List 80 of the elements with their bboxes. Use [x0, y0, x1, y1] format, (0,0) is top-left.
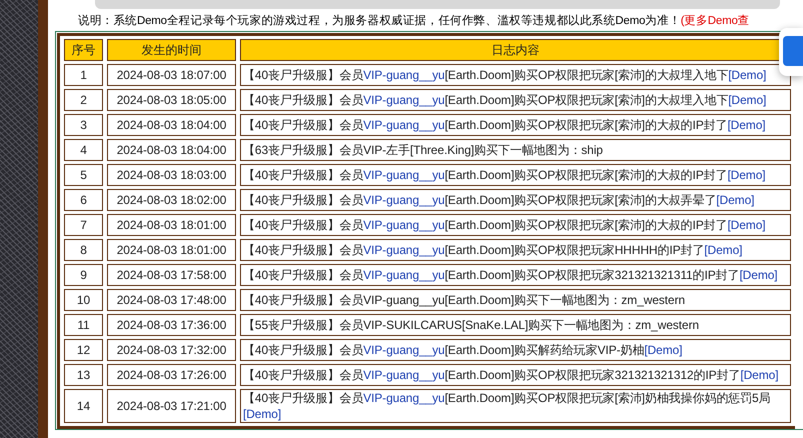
log-link[interactable]: VIP-guang__yu — [363, 193, 445, 207]
index-cell: 10 — [64, 289, 103, 311]
index-cell: 8 — [64, 239, 103, 261]
log-text: [Earth.Doom]购买OP权限把玩家[索沛]的大叔的IP封了 — [444, 118, 728, 132]
log-link[interactable]: VIP-guang__yu — [363, 93, 445, 107]
time-cell: 2024-08-03 17:21:00 — [107, 389, 236, 423]
index-cell: 11 — [64, 314, 103, 336]
index-cell: 13 — [64, 364, 103, 386]
log-text: 【63丧尸升级服】会员VIP-左手[Three.King]购买下一幅地图为：ship — [243, 143, 603, 157]
index-cell: 1 — [64, 64, 103, 86]
log-link[interactable]: [Demo] — [727, 218, 766, 232]
log-text: [Earth.Doom]购买OP权限把玩家[索沛]的大叔埋入地下 — [444, 93, 728, 107]
log-link[interactable]: VIP-guang__yu — [363, 68, 445, 82]
log-text: [Earth.Doom]购买OP权限把玩家[索沛]的大叔弄晕了 — [444, 193, 716, 207]
log-link[interactable]: [Demo] — [716, 193, 754, 207]
index-cell: 3 — [64, 114, 103, 136]
note-text: 说明：系统Demo全程记录每个玩家的游戏过程，为服务器权威证据，任何作弊、滥权等违规都以此系统Demo为准！ — [78, 15, 681, 27]
log-text: [Earth.Doom]购买OP权限把玩家321321321312的IP封了 — [444, 368, 740, 382]
log-text: [Earth.Doom]购买OP权限把玩家321321321311的IP封了 — [444, 268, 740, 282]
time-cell: 2024-08-03 18:07:00 — [107, 64, 236, 86]
log-link[interactable]: [Demo] — [243, 407, 282, 421]
log-text: 【40丧尸升级服】会员 — [243, 343, 364, 357]
time-cell: 2024-08-03 18:01:00 — [107, 239, 236, 261]
log-text: 【40丧尸升级服】会员 — [243, 218, 364, 232]
log-link[interactable]: VIP-guang__yu — [363, 391, 445, 405]
log-link[interactable]: [Demo] — [739, 268, 778, 282]
log-link[interactable]: [Demo] — [704, 243, 742, 257]
log-text: 【40丧尸升级服】会员 — [243, 243, 364, 257]
index-cell: 7 — [64, 214, 103, 236]
log-link[interactable]: VIP-guang__yu — [363, 243, 445, 257]
index-cell: 6 — [64, 189, 103, 211]
time-cell: 2024-08-03 18:04:00 — [107, 114, 236, 136]
time-cell: 2024-08-03 17:58:00 — [107, 264, 236, 286]
time-cell: 2024-08-03 17:48:00 — [107, 289, 236, 311]
log-link[interactable]: [Demo] — [727, 168, 766, 182]
time-cell: 2024-08-03 17:36:00 — [107, 314, 236, 336]
log-link[interactable]: [Demo] — [740, 368, 778, 382]
log-text: [Earth.Doom]购买解药给玩家VIP-奶柚 — [444, 343, 644, 357]
index-cell: 4 — [64, 139, 103, 161]
log-text: 【40丧尸升级服】会员 — [243, 93, 364, 107]
time-cell: 2024-08-03 17:32:00 — [107, 339, 236, 361]
log-text: [Earth.Doom]购买OP权限把玩家[索沛]的大叔的IP封了 — [444, 218, 728, 232]
time-cell: 2024-08-03 18:02:00 — [107, 189, 236, 211]
log-text: 【40丧尸升级服】会员 — [243, 268, 364, 282]
time-cell: 2024-08-03 17:26:00 — [107, 364, 236, 386]
log-link[interactable]: VIP-guang__yu — [363, 118, 445, 132]
log-link[interactable]: VIP-guang__yu — [363, 343, 445, 357]
log-text: 【40丧尸升级服】会员 — [243, 68, 364, 82]
log-text: 【40丧尸升级服】会员 — [243, 391, 364, 405]
log-link[interactable]: [Demo] — [644, 343, 682, 357]
log-text: 【40丧尸升级服】会员 — [243, 368, 364, 382]
index-cell: 14 — [64, 389, 103, 423]
log-text: 【40丧尸升级服】会员 — [243, 118, 364, 132]
time-cell: 2024-08-03 18:01:00 — [107, 214, 236, 236]
time-cell: 2024-08-03 18:04:00 — [107, 139, 236, 161]
log-text: [Earth.Doom]购买OP权限把玩家[索沛]的大叔的IP封了 — [444, 168, 728, 182]
log-text: 【40丧尸升级服】会员 — [243, 193, 364, 207]
log-text: 【55丧尸升级服】会员VIP-SUKILCARUS[SnaKe.LAL]购买下一幅地图为：zm_western — [243, 318, 699, 332]
log-text: 【40丧尸升级服】会员VIP-guang__yu[Earth.Doom]购买下一幅地图为：zm_western — [243, 293, 685, 307]
log-link[interactable]: [Demo] — [728, 68, 766, 82]
log-link[interactable]: VIP-guang__yu — [363, 168, 445, 182]
log-link[interactable]: [Demo] — [727, 118, 766, 132]
popup-action-button[interactable] — [783, 36, 803, 66]
time-cell: 2024-08-03 18:03:00 — [107, 164, 236, 186]
index-cell: 12 — [64, 339, 103, 361]
log-text: [Earth.Doom]购买OP权限把玩家HHHHH的IP封了 — [444, 243, 704, 257]
log-text: [Earth.Doom]购买OP权限把玩家[索沛]奶柚我操你妈的惩罚5局 — [444, 391, 770, 405]
index-cell: 9 — [64, 264, 103, 286]
log-link[interactable]: VIP-guang__yu — [363, 218, 445, 232]
column-header: 序号 — [64, 39, 103, 61]
column-header: 发生的时间 — [107, 39, 236, 61]
log-link[interactable]: VIP-guang__yu — [363, 368, 445, 382]
more-demo-link[interactable]: (更多Demo查 — [680, 15, 750, 27]
index-cell: 5 — [64, 164, 103, 186]
log-link[interactable]: VIP-guang__yu — [363, 268, 445, 282]
index-cell: 2 — [64, 89, 103, 111]
log-text: 【40丧尸升级服】会员 — [243, 168, 364, 182]
log-text: [Earth.Doom]购买OP权限把玩家[索沛]的大叔埋入地下 — [444, 68, 728, 82]
log-link[interactable]: [Demo] — [728, 93, 766, 107]
time-cell: 2024-08-03 18:05:00 — [107, 89, 236, 111]
